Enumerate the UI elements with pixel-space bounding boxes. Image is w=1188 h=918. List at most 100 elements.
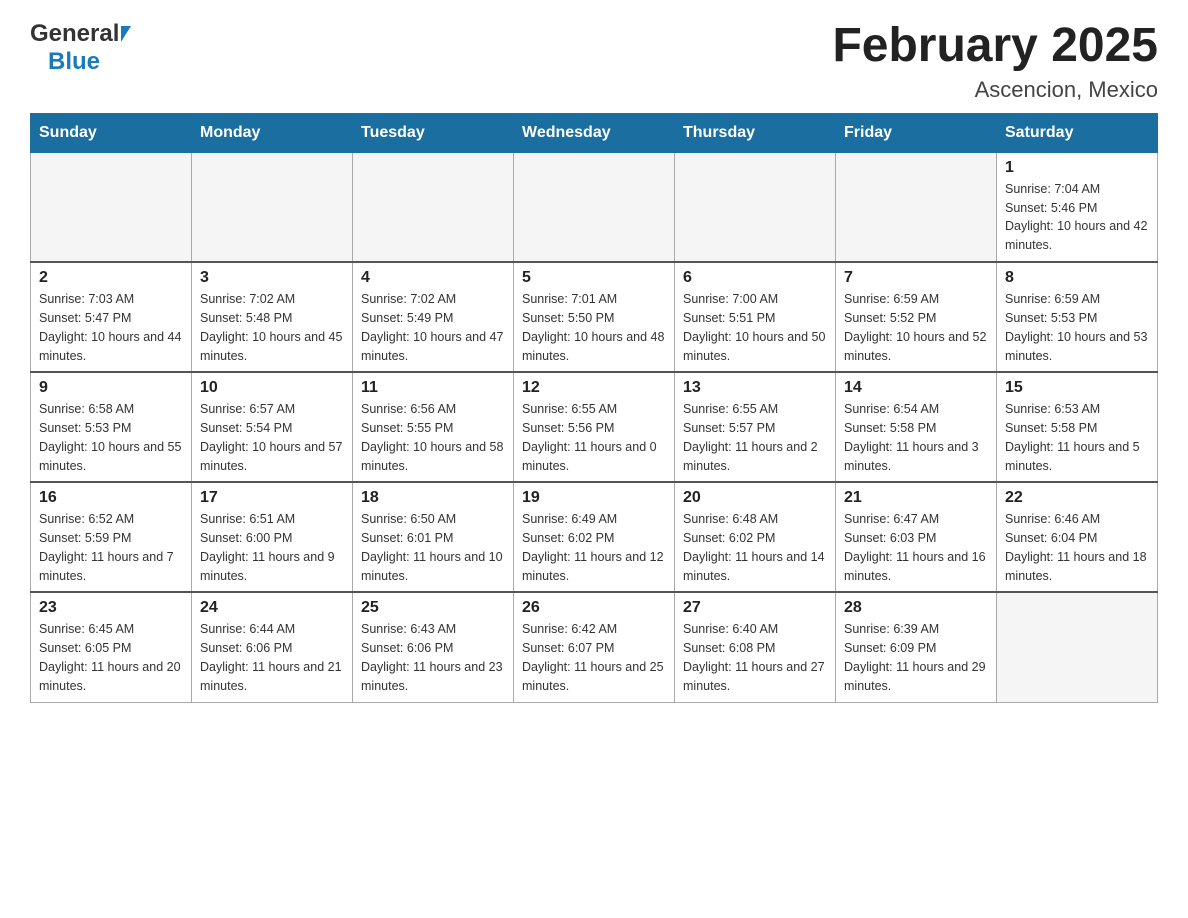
calendar-week-1: 1Sunrise: 7:04 AMSunset: 5:46 PMDaylight… — [31, 152, 1158, 262]
day-number: 18 — [361, 489, 505, 507]
calendar-cell: 6 Sunrise: 7:00 AMSunset: 5:51 PMDaylight… — [675, 262, 836, 372]
calendar-cell: 24Sunrise: 6:44 AMSunset: 6:06 PMDayligh… — [192, 592, 353, 702]
calendar-cell: 15 Sunrise: 6:53 AMSunset: 5:58 PMDayligh… — [997, 372, 1158, 482]
calendar-cell — [836, 152, 997, 262]
day-number: 1 — [1005, 159, 1149, 177]
day-number: 28 — [844, 599, 988, 617]
day-info: Sunrise: 6:58 AMSunset: 5:53 PMDaylight:… — [39, 400, 183, 475]
day-number: 23 — [39, 599, 183, 617]
day-info: Sunrise: 6:47 AMSunset: 6:03 PMDaylight:… — [844, 510, 988, 585]
day-info: Sunrise: 7:01 AMSunset: 5:50 PMDaylight:… — [522, 290, 666, 365]
logo-blue-text: Blue — [48, 48, 100, 75]
day-number: 13 — [683, 379, 827, 397]
calendar-cell: 9 Sunrise: 6:58 AMSunset: 5:53 PMDaylight… — [31, 372, 192, 482]
calendar-cell: 23Sunrise: 6:45 AMSunset: 6:05 PMDayligh… — [31, 592, 192, 702]
calendar-cell — [353, 152, 514, 262]
weekday-header-monday: Monday — [192, 113, 353, 152]
day-number: 26 — [522, 599, 666, 617]
calendar-cell: 4 Sunrise: 7:02 AMSunset: 5:49 PMDaylight… — [353, 262, 514, 372]
calendar-cell: 10 Sunrise: 6:57 AMSunset: 5:54 PMDayligh… — [192, 372, 353, 482]
day-number: 7 — [844, 269, 988, 287]
calendar-cell: 12 Sunrise: 6:55 AMSunset: 5:56 PMDayligh… — [514, 372, 675, 482]
calendar-cell: 1Sunrise: 7:04 AMSunset: 5:46 PMDaylight… — [997, 152, 1158, 262]
day-number: 25 — [361, 599, 505, 617]
calendar-cell: 3Sunrise: 7:02 AMSunset: 5:48 PMDaylight… — [192, 262, 353, 372]
day-number: 14 — [844, 379, 988, 397]
day-info: Sunrise: 6:56 AMSunset: 5:55 PMDaylight:… — [361, 400, 505, 475]
calendar-cell: 20 Sunrise: 6:48 AMSunset: 6:02 PMDayligh… — [675, 482, 836, 592]
calendar-cell — [997, 592, 1158, 702]
day-number: 20 — [683, 489, 827, 507]
day-info: Sunrise: 6:40 AMSunset: 6:08 PMDaylight:… — [683, 620, 827, 695]
logo: General Blue — [30, 20, 131, 76]
weekday-header-thursday: Thursday — [675, 113, 836, 152]
calendar-cell — [31, 152, 192, 262]
calendar-cell: 2Sunrise: 7:03 AMSunset: 5:47 PMDaylight… — [31, 262, 192, 372]
calendar-cell: 28 Sunrise: 6:39 AMSunset: 6:09 PMDayligh… — [836, 592, 997, 702]
calendar-cell: 18 Sunrise: 6:50 AMSunset: 6:01 PMDayligh… — [353, 482, 514, 592]
calendar-cell — [192, 152, 353, 262]
day-info: Sunrise: 6:42 AMSunset: 6:07 PMDaylight:… — [522, 620, 666, 695]
calendar-week-2: 2Sunrise: 7:03 AMSunset: 5:47 PMDaylight… — [31, 262, 1158, 372]
day-info: Sunrise: 6:55 AMSunset: 5:57 PMDaylight:… — [683, 400, 827, 475]
page-header: General Blue February 2025 Ascencion, Me… — [30, 20, 1158, 103]
day-number: 5 — [522, 269, 666, 287]
day-info: Sunrise: 6:55 AMSunset: 5:56 PMDaylight:… — [522, 400, 666, 475]
day-number: 15 — [1005, 379, 1149, 397]
day-number: 6 — [683, 269, 827, 287]
day-number: 4 — [361, 269, 505, 287]
day-info: Sunrise: 7:02 AMSunset: 5:49 PMDaylight:… — [361, 290, 505, 365]
day-info: Sunrise: 7:00 AMSunset: 5:51 PMDaylight:… — [683, 290, 827, 365]
day-number: 27 — [683, 599, 827, 617]
calendar-cell: 22 Sunrise: 6:46 AMSunset: 6:04 PMDayligh… — [997, 482, 1158, 592]
day-info: Sunrise: 6:59 AMSunset: 5:53 PMDaylight:… — [1005, 290, 1149, 365]
day-info: Sunrise: 7:02 AMSunset: 5:48 PMDaylight:… — [200, 290, 344, 365]
day-info: Sunrise: 6:43 AMSunset: 6:06 PMDaylight:… — [361, 620, 505, 695]
day-number: 22 — [1005, 489, 1149, 507]
calendar-week-5: 23Sunrise: 6:45 AMSunset: 6:05 PMDayligh… — [31, 592, 1158, 702]
day-number: 16 — [39, 489, 183, 507]
calendar-cell: 5 Sunrise: 7:01 AMSunset: 5:50 PMDaylight… — [514, 262, 675, 372]
weekday-header-sunday: Sunday — [31, 113, 192, 152]
calendar-cell: 27 Sunrise: 6:40 AMSunset: 6:08 PMDayligh… — [675, 592, 836, 702]
day-info: Sunrise: 6:48 AMSunset: 6:02 PMDaylight:… — [683, 510, 827, 585]
weekday-header-wednesday: Wednesday — [514, 113, 675, 152]
day-info: Sunrise: 6:51 AMSunset: 6:00 PMDaylight:… — [200, 510, 344, 585]
calendar-cell — [675, 152, 836, 262]
weekday-header-saturday: Saturday — [997, 113, 1158, 152]
calendar-cell: 21Sunrise: 6:47 AMSunset: 6:03 PMDayligh… — [836, 482, 997, 592]
calendar-cell: 14 Sunrise: 6:54 AMSunset: 5:58 PMDayligh… — [836, 372, 997, 482]
day-info: Sunrise: 6:52 AMSunset: 5:59 PMDaylight:… — [39, 510, 183, 585]
weekday-header-tuesday: Tuesday — [353, 113, 514, 152]
day-info: Sunrise: 6:49 AMSunset: 6:02 PMDaylight:… — [522, 510, 666, 585]
calendar-cell: 17 Sunrise: 6:51 AMSunset: 6:00 PMDayligh… — [192, 482, 353, 592]
calendar-cell — [514, 152, 675, 262]
calendar-cell: 7Sunrise: 6:59 AMSunset: 5:52 PMDaylight… — [836, 262, 997, 372]
day-info: Sunrise: 6:53 AMSunset: 5:58 PMDaylight:… — [1005, 400, 1149, 475]
day-info: Sunrise: 6:50 AMSunset: 6:01 PMDaylight:… — [361, 510, 505, 585]
day-number: 10 — [200, 379, 344, 397]
day-number: 8 — [1005, 269, 1149, 287]
day-info: Sunrise: 6:39 AMSunset: 6:09 PMDaylight:… — [844, 620, 988, 695]
day-info: Sunrise: 6:54 AMSunset: 5:58 PMDaylight:… — [844, 400, 988, 475]
day-number: 9 — [39, 379, 183, 397]
weekday-header-friday: Friday — [836, 113, 997, 152]
calendar-week-3: 9 Sunrise: 6:58 AMSunset: 5:53 PMDaylight… — [31, 372, 1158, 482]
month-title: February 2025 — [832, 20, 1158, 73]
day-info: Sunrise: 6:46 AMSunset: 6:04 PMDaylight:… — [1005, 510, 1149, 585]
location-subtitle: Ascencion, Mexico — [832, 77, 1158, 103]
calendar-cell: 13 Sunrise: 6:55 AMSunset: 5:57 PMDayligh… — [675, 372, 836, 482]
calendar-week-4: 16 Sunrise: 6:52 AMSunset: 5:59 PMDayligh… — [31, 482, 1158, 592]
day-info: Sunrise: 6:57 AMSunset: 5:54 PMDaylight:… — [200, 400, 344, 475]
calendar-cell: 8 Sunrise: 6:59 AMSunset: 5:53 PMDaylight… — [997, 262, 1158, 372]
day-number: 11 — [361, 379, 505, 397]
day-number: 2 — [39, 269, 183, 287]
day-number: 17 — [200, 489, 344, 507]
logo-general-text: General — [30, 20, 119, 48]
title-area: February 2025 Ascencion, Mexico — [832, 20, 1158, 103]
calendar-cell: 11 Sunrise: 6:56 AMSunset: 5:55 PMDayligh… — [353, 372, 514, 482]
weekday-header-row: SundayMondayTuesdayWednesdayThursdayFrid… — [31, 113, 1158, 152]
day-number: 19 — [522, 489, 666, 507]
day-number: 12 — [522, 379, 666, 397]
logo-triangle-icon — [121, 26, 131, 42]
